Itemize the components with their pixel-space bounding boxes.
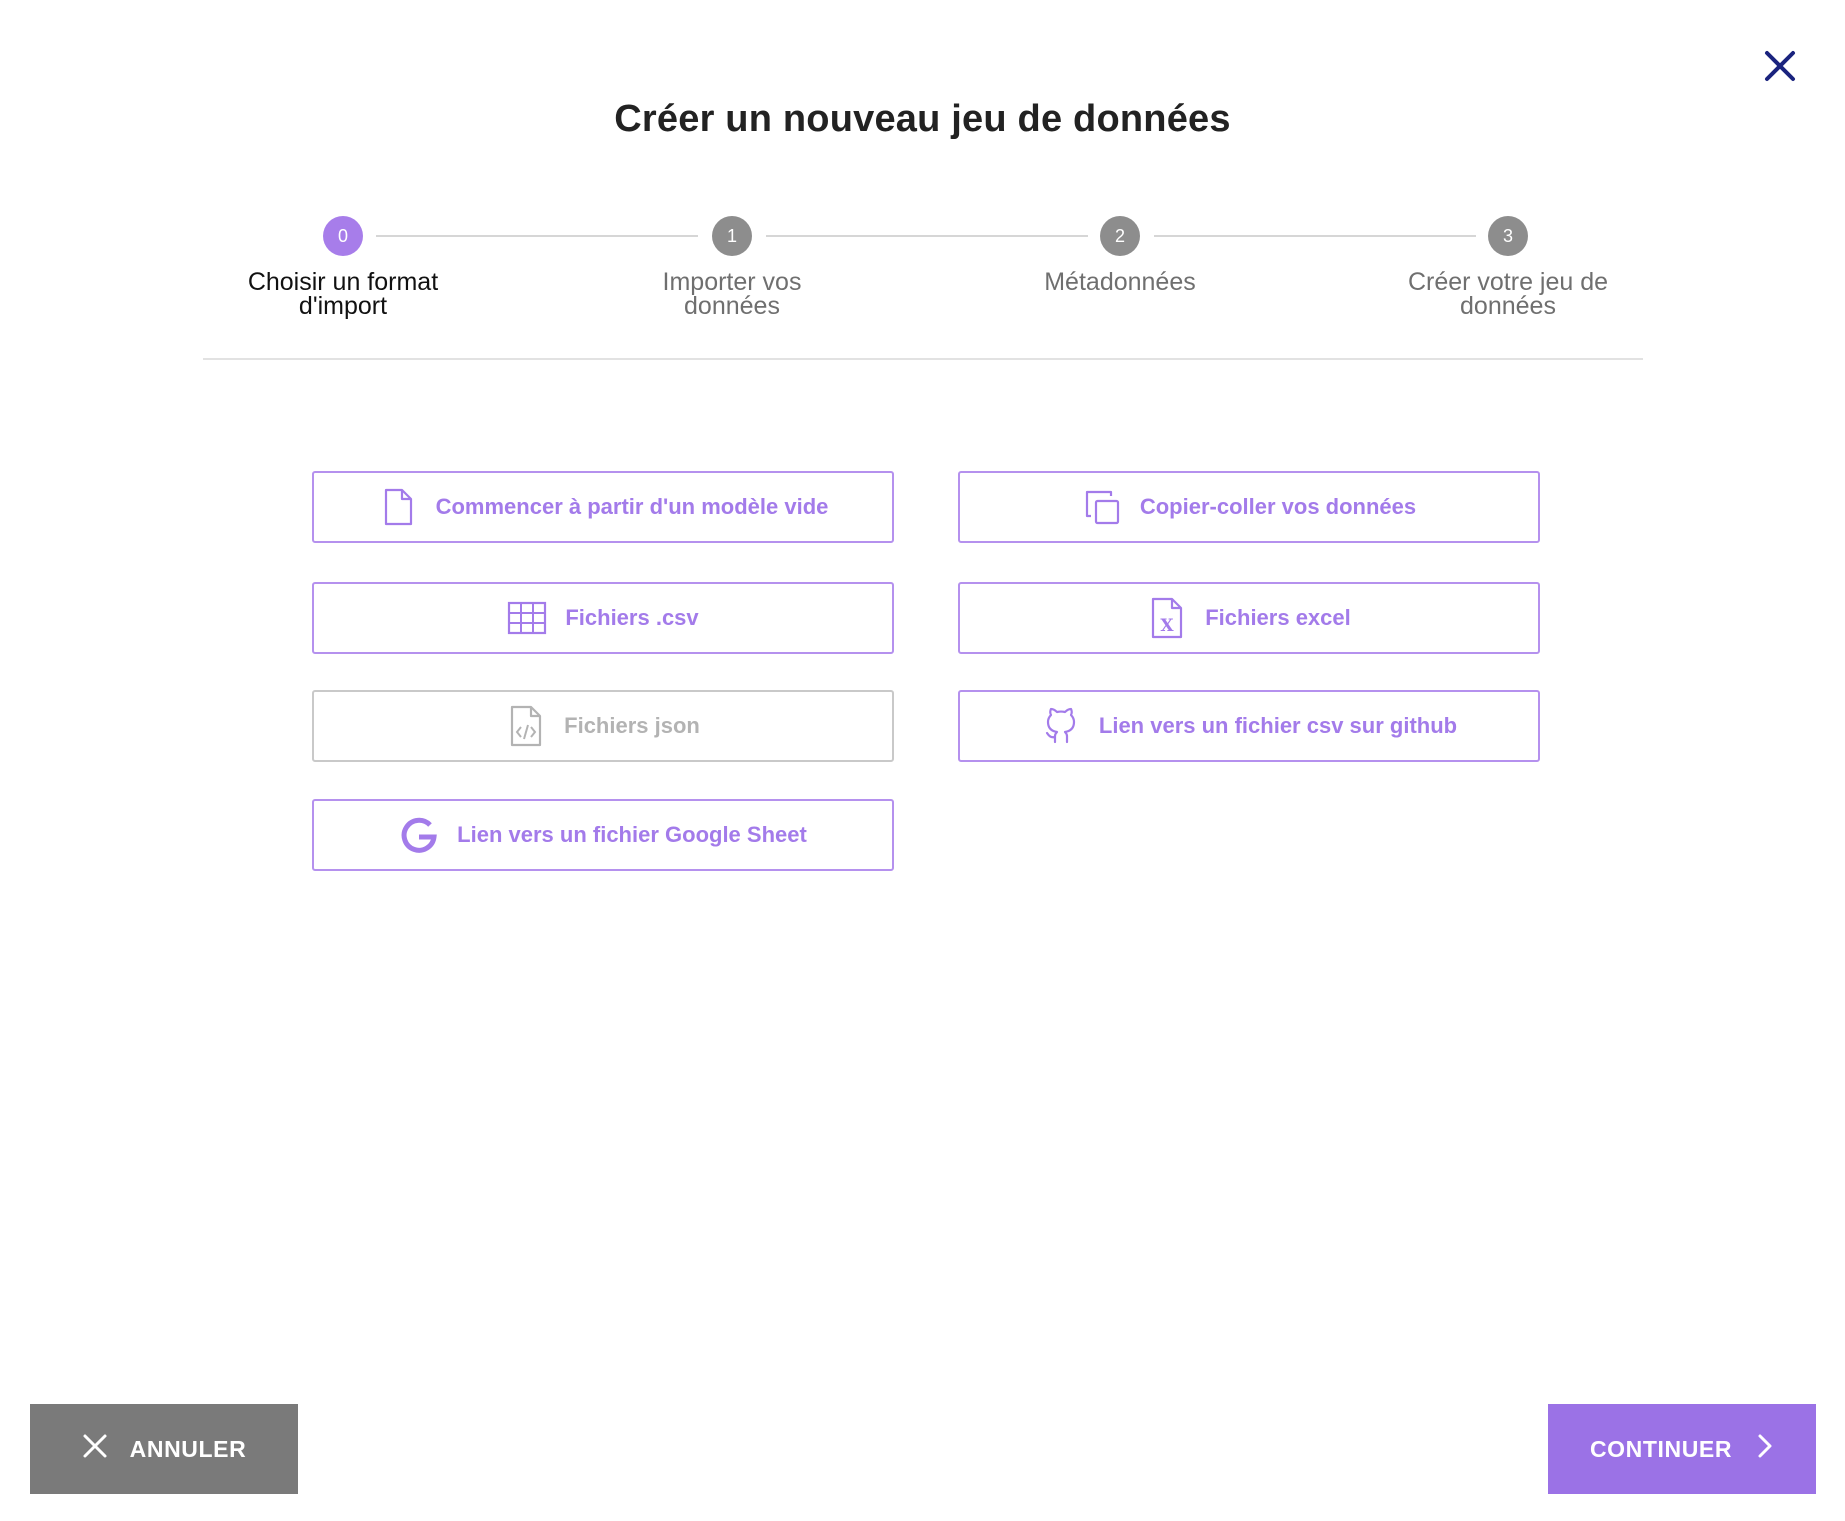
option-label: Lien vers un fichier Google Sheet	[457, 822, 807, 847]
cancel-label: ANNULER	[129, 1435, 247, 1462]
option-label: Copier-coller vos données	[1139, 494, 1417, 519]
continue-label: CONTINUER	[1589, 1435, 1733, 1462]
step-2-circle[interactable]: 2	[1100, 216, 1140, 256]
github-icon	[1041, 706, 1081, 746]
step-1-circle[interactable]: 1	[712, 216, 752, 256]
excel-file-icon: X	[1147, 597, 1187, 639]
google-icon	[399, 815, 439, 855]
option-csv-files-button[interactable]: Fichiers .csv	[312, 582, 894, 654]
step-connector	[1154, 235, 1476, 237]
option-github-csv-button[interactable]: Lien vers un fichier csv sur github	[958, 690, 1540, 762]
copy-icon	[1082, 487, 1122, 527]
file-icon	[378, 487, 418, 527]
stepper: 0 1 2 3 Choisir un format d'import Impor…	[0, 0, 1845, 400]
option-copy-paste-button[interactable]: Copier-coller vos données	[958, 471, 1540, 543]
continue-button[interactable]: CONTINUER	[1548, 1404, 1816, 1494]
close-icon	[82, 1433, 108, 1465]
cancel-button[interactable]: ANNULER	[30, 1404, 298, 1494]
step-connector	[766, 235, 1088, 237]
option-label: Commencer à partir d'un modèle vide	[435, 494, 829, 519]
chevron-right-icon	[1756, 1433, 1774, 1465]
code-file-icon	[506, 705, 546, 747]
stepper-divider	[203, 358, 1643, 360]
option-blank-template-button[interactable]: Commencer à partir d'un modèle vide	[312, 471, 894, 543]
option-label: Lien vers un fichier csv sur github	[1098, 713, 1458, 738]
option-label: Fichiers json	[564, 713, 700, 738]
option-excel-files-button[interactable]: X Fichiers excel	[958, 582, 1540, 654]
table-icon	[507, 598, 547, 638]
step-1-label: Importer vos données	[662, 268, 802, 320]
svg-text:X: X	[1161, 616, 1175, 636]
step-2-label: Métadonnées	[1044, 268, 1196, 296]
step-3-label: Créer votre jeu de données	[1407, 268, 1609, 320]
option-json-files-button[interactable]: Fichiers json	[312, 690, 894, 762]
step-0-label: Choisir un format d'import	[247, 268, 439, 320]
option-label: Fichiers excel	[1205, 605, 1351, 630]
step-connector	[376, 235, 698, 237]
step-3-circle[interactable]: 3	[1488, 216, 1528, 256]
step-0-circle[interactable]: 0	[323, 216, 363, 256]
option-google-sheet-button[interactable]: Lien vers un fichier Google Sheet	[312, 799, 894, 871]
option-label: Fichiers .csv	[565, 605, 699, 630]
